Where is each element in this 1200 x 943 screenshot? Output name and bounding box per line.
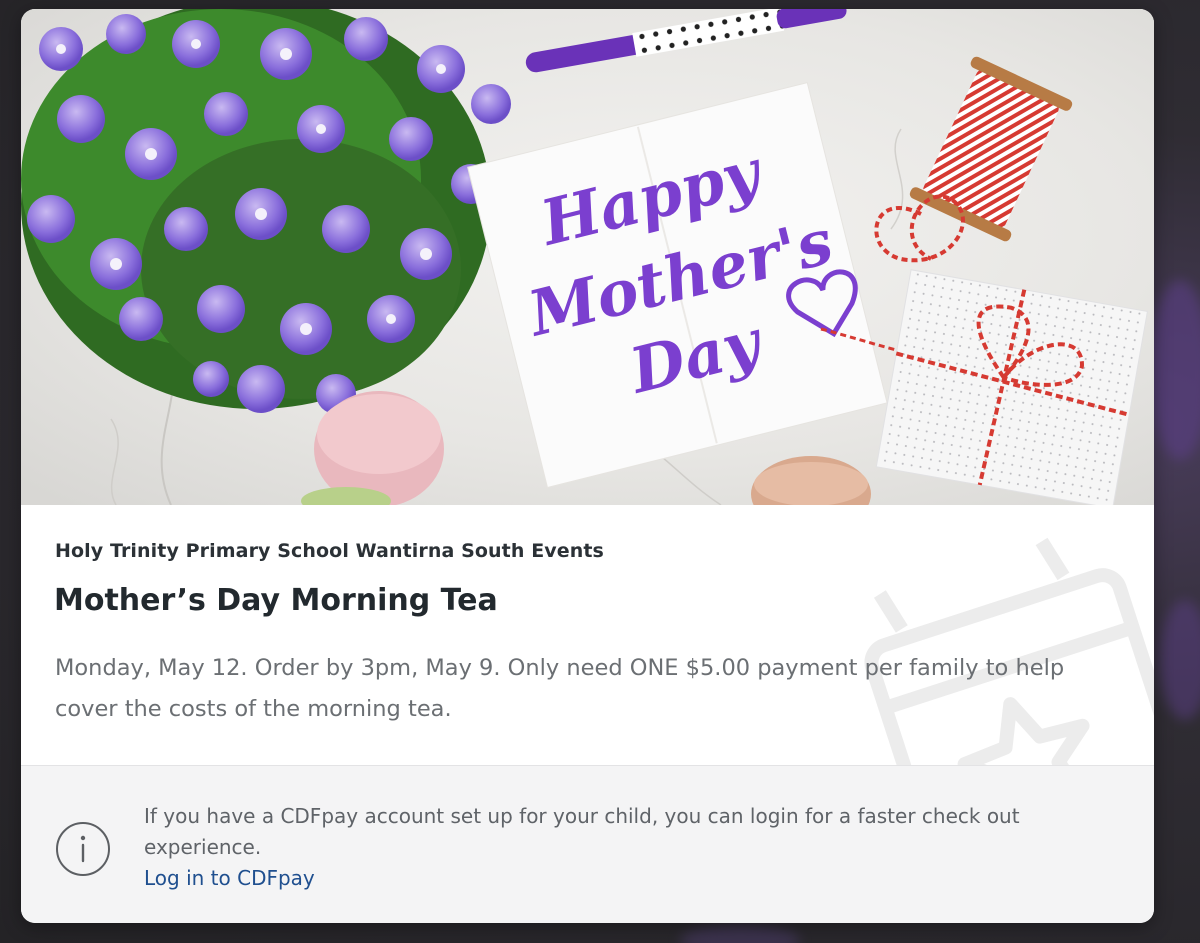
login-notice-message: If you have a CDFpay account set up for … [144, 804, 1020, 859]
login-notice-panel: If you have a CDFpay account set up for … [21, 765, 1154, 923]
info-icon [56, 822, 110, 876]
event-description: Monday, May 12. Order by 3pm, May 9. Onl… [55, 655, 1065, 722]
organization-name: Holy Trinity Primary School Wantirna Sou… [55, 540, 604, 562]
event-title: Mother’s Day Morning Tea [54, 583, 498, 618]
event-modal-card: Happy Mother's Day Holy Trinity Primary … [21, 9, 1154, 923]
login-cdfpay-link[interactable]: Log in to CDFpay [144, 863, 315, 894]
event-hero-image: Happy Mother's Day [21, 9, 1154, 505]
event-details: Holy Trinity Primary School Wantirna Sou… [21, 505, 1154, 765]
